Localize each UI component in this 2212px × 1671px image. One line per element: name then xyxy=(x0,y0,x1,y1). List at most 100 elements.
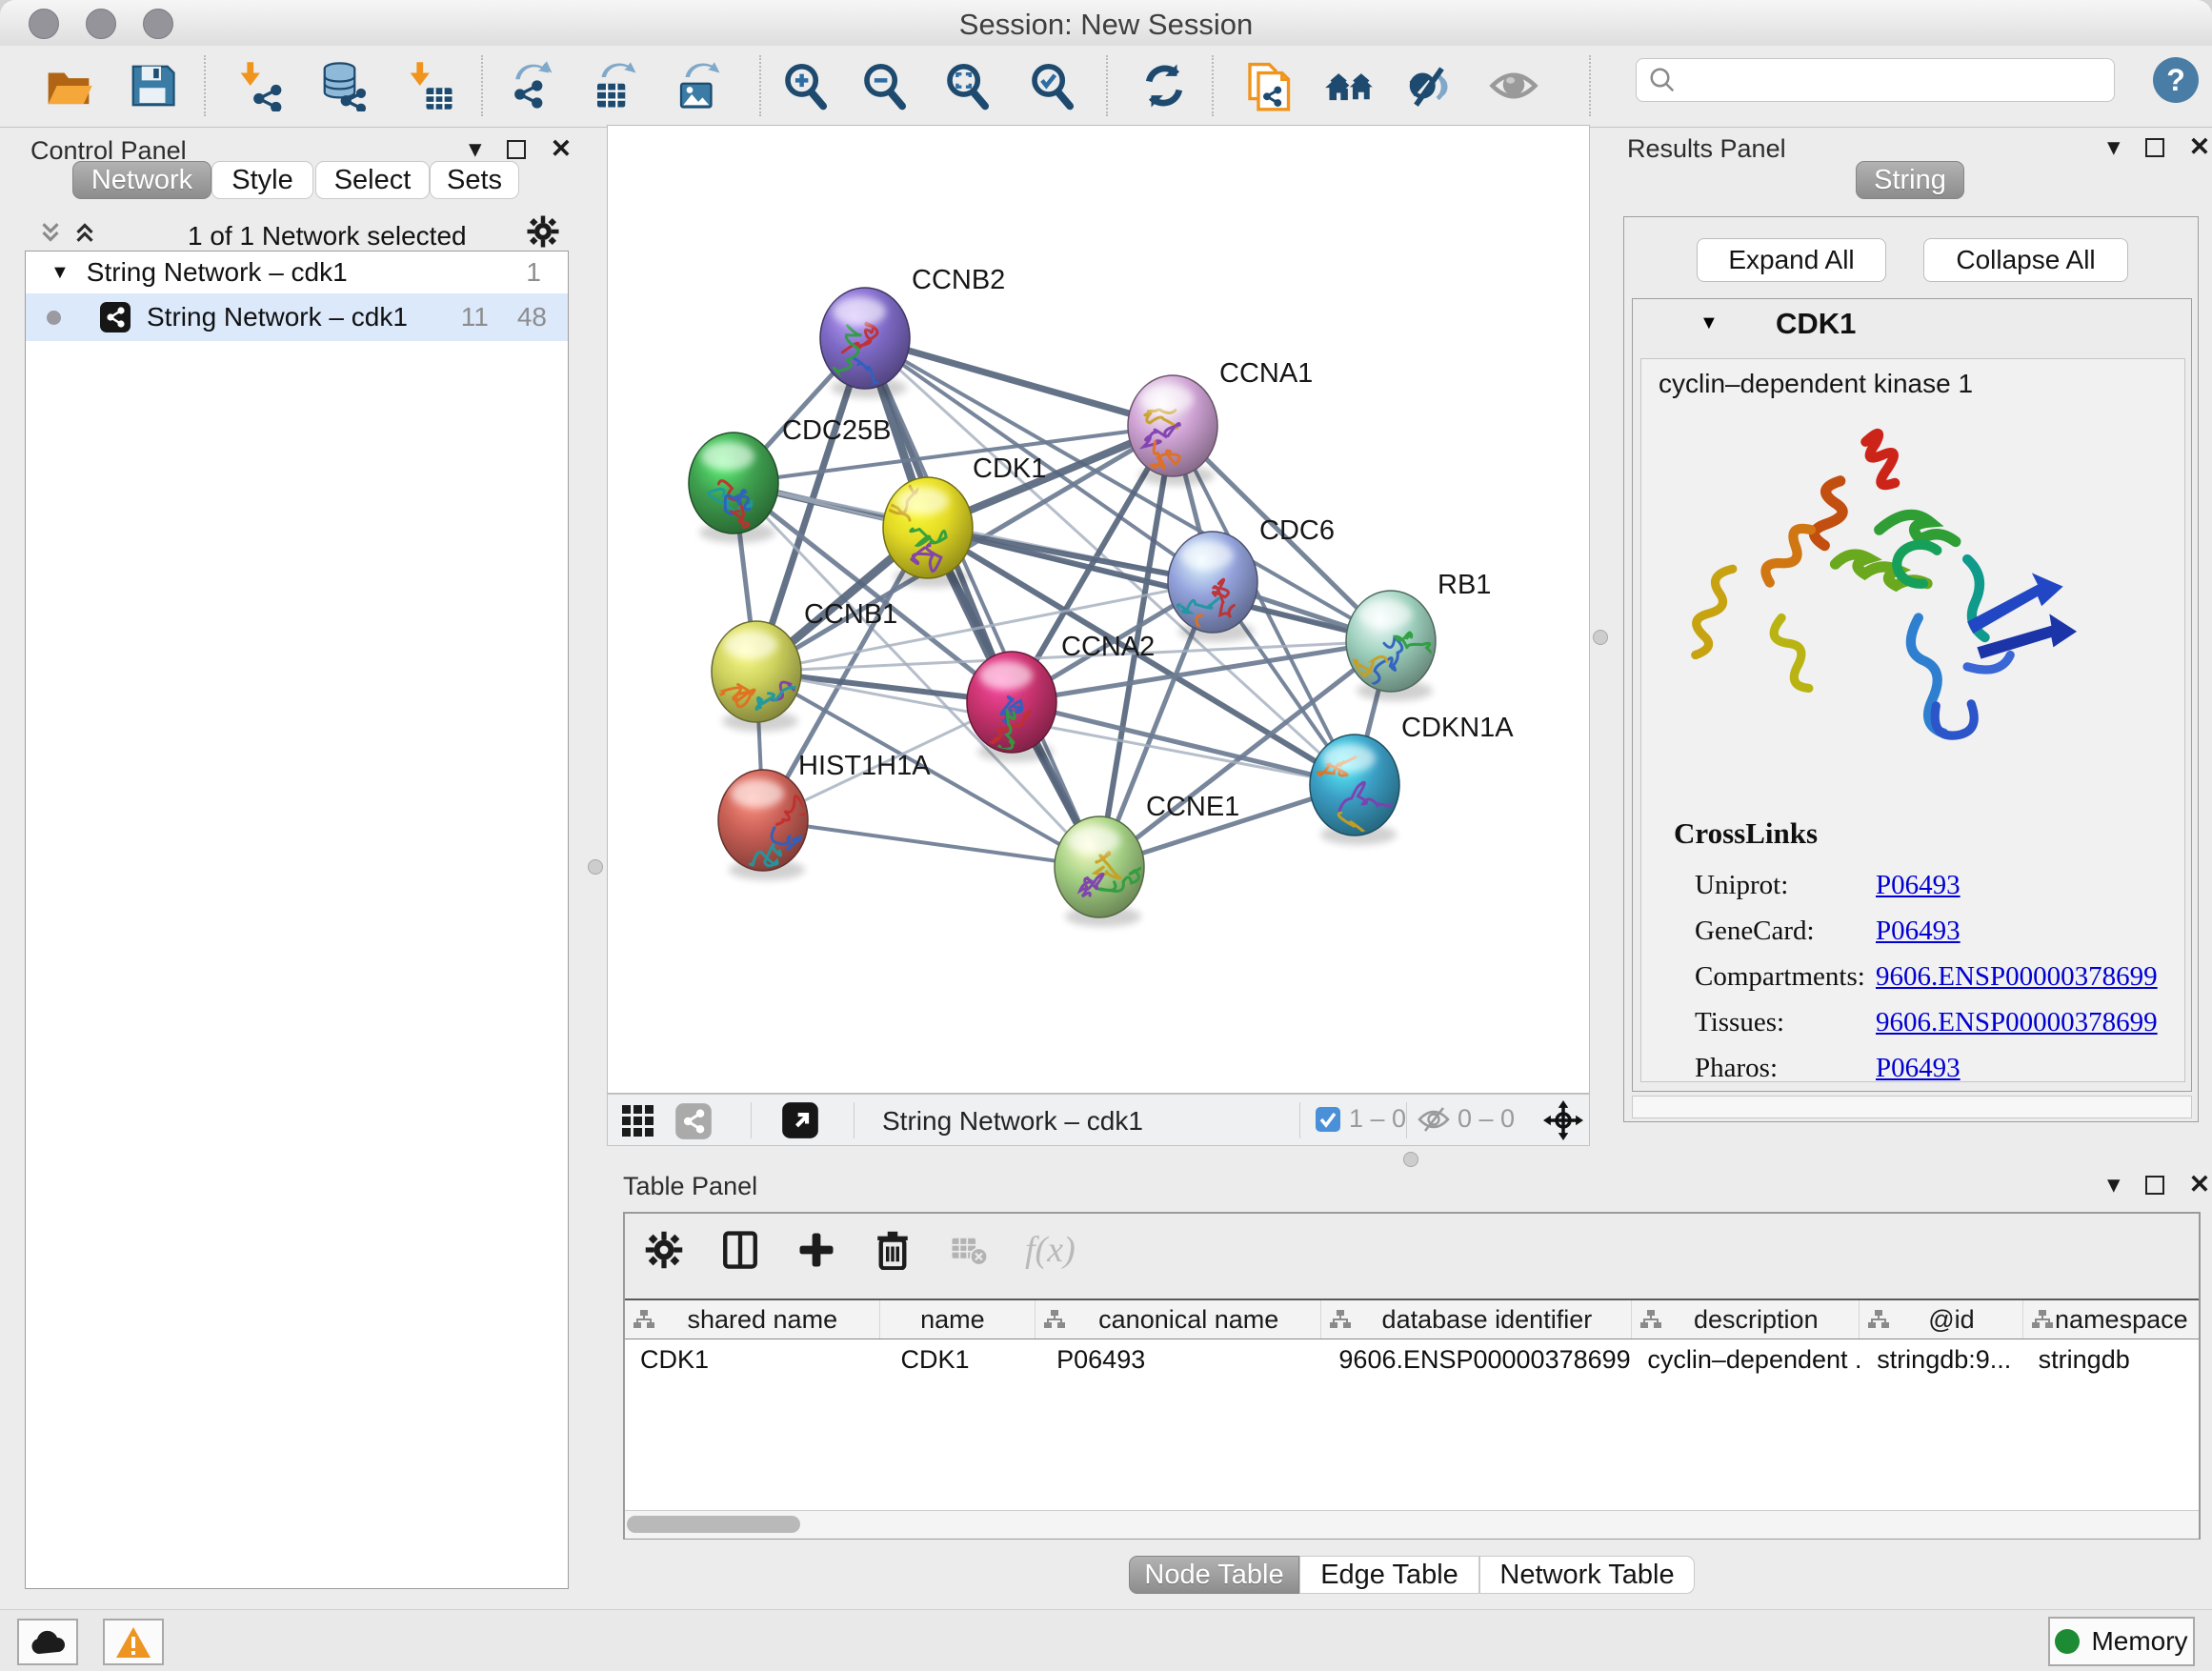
crosslink-value[interactable]: P06493 xyxy=(1876,916,1961,946)
pan-mode-button[interactable] xyxy=(1543,1100,1583,1145)
column-header-database-identifier[interactable]: database identifier xyxy=(1321,1300,1632,1339)
help-button[interactable]: ? xyxy=(2153,57,2199,103)
zoom-in-button[interactable] xyxy=(778,59,832,112)
right-splitter-handle[interactable] xyxy=(1593,630,1608,645)
crosslink-value[interactable]: P06493 xyxy=(1876,1053,1961,1083)
tab-network[interactable]: Network xyxy=(72,161,211,199)
memory-button[interactable]: Memory xyxy=(2048,1617,2195,1666)
column-label: name xyxy=(880,1305,1036,1335)
string-results-container: Expand All Collapse All ▼ CDK1 cyclin–de… xyxy=(1623,216,2199,1122)
hierarchy-icon xyxy=(633,1309,655,1330)
crosslink-value[interactable]: P06493 xyxy=(1876,870,1961,900)
tab-style[interactable]: Style xyxy=(211,161,313,199)
export-network-button[interactable] xyxy=(504,59,557,112)
tab-network-table[interactable]: Network Table xyxy=(1479,1556,1695,1594)
panel-float-icon[interactable] xyxy=(507,140,526,159)
eye-view-button[interactable] xyxy=(1487,59,1540,112)
expand-all-button[interactable]: Expand All xyxy=(1697,238,1886,282)
table-header-row: shared name name canonical name database… xyxy=(625,1300,2199,1339)
network-canvas[interactable]: CCNB2CCNA1CDC25BCDK1CDC6RB1CCNB1CCNA2CDK… xyxy=(607,125,1590,1094)
network-graph[interactable]: CCNB2CCNA1CDC25BCDK1CDC6RB1CCNB1CCNA2CDK… xyxy=(608,126,1589,1093)
column-header-canonical-name[interactable]: canonical name xyxy=(1036,1300,1321,1339)
tab-edge-table[interactable]: Edge Table xyxy=(1299,1556,1479,1594)
results-scrollbar-track[interactable] xyxy=(1632,1096,2192,1118)
main-toolbar: ? xyxy=(0,46,2212,128)
network-row-label: String Network – cdk1 xyxy=(147,302,461,332)
zoom-in-icon xyxy=(779,60,831,111)
column-header-id[interactable]: @id xyxy=(1860,1300,2022,1339)
import-network-database-button[interactable] xyxy=(317,59,371,112)
search-input[interactable] xyxy=(1684,65,2114,96)
memory-label: Memory xyxy=(2091,1626,2187,1657)
open-session-button[interactable] xyxy=(42,59,95,112)
toolbar-separator xyxy=(759,55,761,116)
toolbar-separator xyxy=(481,55,483,116)
network-view-mode-button[interactable] xyxy=(674,1102,713,1145)
panel-menu-icon[interactable]: ▾ xyxy=(2107,132,2121,162)
save-session-button[interactable] xyxy=(126,59,179,112)
tab-string[interactable]: String xyxy=(1856,161,1964,199)
table-scrollbar-thumb[interactable] xyxy=(627,1516,800,1533)
panel-float-icon[interactable] xyxy=(2145,138,2164,157)
hierarchy-icon xyxy=(2031,1309,2054,1330)
table-row[interactable]: CDK1 CDK1 P06493 9606.ENSP00000378699 cy… xyxy=(625,1339,2199,1376)
add-column-plus-icon[interactable] xyxy=(796,1230,836,1270)
string-app-button[interactable] xyxy=(1240,59,1294,112)
checkbox-icon[interactable] xyxy=(1315,1106,1341,1133)
network-options-button[interactable] xyxy=(526,214,560,253)
network-collection-row[interactable]: ▼ String Network – cdk1 1 xyxy=(26,252,568,293)
export-table-button[interactable] xyxy=(588,59,641,112)
column-header-description[interactable]: description xyxy=(1632,1300,1860,1339)
column-header-name[interactable]: name xyxy=(880,1300,1036,1339)
crosslink-label: Uniprot: xyxy=(1695,862,1876,908)
import-table-button[interactable] xyxy=(404,59,457,112)
browser-home-button[interactable] xyxy=(1323,59,1377,112)
hide-graphics-details-button[interactable] xyxy=(1402,59,1456,112)
detach-view-button[interactable] xyxy=(781,1101,819,1144)
panel-menu-icon[interactable]: ▾ xyxy=(469,134,482,164)
protein-expander-icon[interactable]: ▼ xyxy=(1699,312,1719,334)
column-header-namespace[interactable]: namespace xyxy=(2023,1300,2199,1339)
table-panel-title: Table Panel xyxy=(623,1172,757,1201)
panel-close-icon[interactable]: ✕ xyxy=(2189,132,2211,162)
hierarchy-icon xyxy=(1867,1309,1890,1330)
left-splitter-handle[interactable] xyxy=(588,859,603,875)
panel-close-icon[interactable]: ✕ xyxy=(2189,1170,2211,1199)
tree-expander-icon[interactable]: ▼ xyxy=(50,262,70,284)
panel-menu-icon[interactable]: ▾ xyxy=(2107,1170,2121,1199)
tab-select[interactable]: Select xyxy=(315,161,430,199)
network-row-selected[interactable]: String Network – cdk1 11 48 xyxy=(26,293,568,341)
crosslink-value[interactable]: 9606.ENSP00000378699 xyxy=(1876,1007,2158,1037)
export-image-button[interactable] xyxy=(672,59,725,112)
crosslink-label: Compartments: xyxy=(1695,954,1876,999)
warnings-button[interactable] xyxy=(103,1619,164,1665)
column-header-shared-name[interactable]: shared name xyxy=(625,1300,880,1339)
hidden-counts: 0 – 0 xyxy=(1458,1104,1515,1134)
zoom-selected-button[interactable] xyxy=(1025,59,1078,112)
string-document-icon xyxy=(1241,60,1293,111)
apply-layout-button[interactable] xyxy=(1137,59,1191,112)
cloud-status-button[interactable] xyxy=(17,1619,78,1665)
grid-view-button[interactable] xyxy=(619,1102,657,1145)
panel-close-icon[interactable]: ✕ xyxy=(551,134,573,164)
zoom-out-button[interactable] xyxy=(857,59,911,112)
expand-all-networks-button[interactable] xyxy=(70,218,99,252)
svg-text:CDC25B: CDC25B xyxy=(782,415,891,446)
search-box[interactable] xyxy=(1636,58,2115,102)
show-columns-icon[interactable] xyxy=(720,1230,760,1270)
table-options-gear-icon[interactable] xyxy=(644,1230,684,1270)
svg-text:CCNE1: CCNE1 xyxy=(1146,792,1239,822)
zoom-fit-button[interactable] xyxy=(940,59,994,112)
tab-node-table[interactable]: Node Table xyxy=(1129,1556,1299,1594)
crosslink-row: Compartments:9606.ENSP00000378699 xyxy=(1695,954,2158,999)
panel-float-icon[interactable] xyxy=(2145,1176,2164,1195)
svg-text:CDC6: CDC6 xyxy=(1259,515,1335,546)
table-scrollbar-track[interactable] xyxy=(625,1510,2199,1539)
tab-sets[interactable]: Sets xyxy=(430,161,519,199)
collapse-all-button[interactable]: Collapse All xyxy=(1923,238,2128,282)
collapse-all-networks-button[interactable] xyxy=(36,218,65,252)
import-network-file-button[interactable] xyxy=(234,59,288,112)
hierarchy-icon xyxy=(1043,1309,1066,1330)
crosslink-value[interactable]: 9606.ENSP00000378699 xyxy=(1876,961,2158,992)
delete-column-trash-icon[interactable] xyxy=(873,1230,913,1270)
